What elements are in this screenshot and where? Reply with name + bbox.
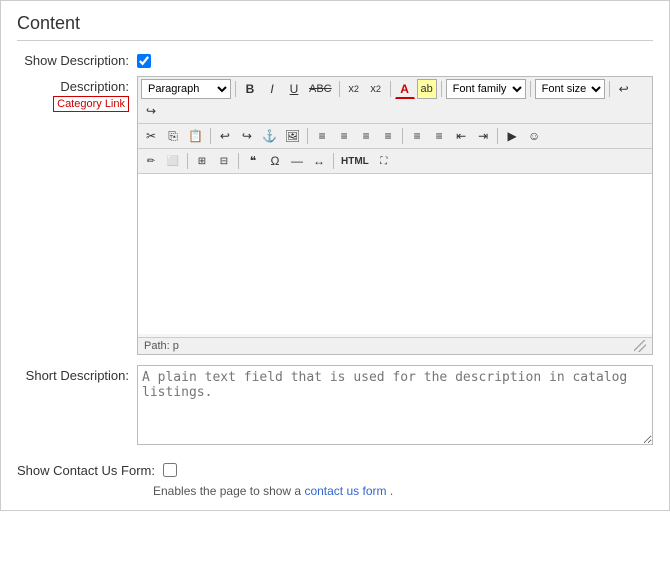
show-description-checkbox[interactable] <box>137 54 151 68</box>
toolbar-separator-4 <box>441 81 442 97</box>
toolbar-separator-3 <box>390 81 391 97</box>
contact-form-help-text: Enables the page to show a contact us fo… <box>153 484 653 498</box>
underline-button[interactable]: U <box>284 79 304 99</box>
short-description-textarea[interactable] <box>137 365 653 445</box>
short-description-row: Short Description: <box>17 365 653 448</box>
cut-button[interactable]: ✂ <box>141 126 161 146</box>
toolbar-separator-2 <box>339 81 340 97</box>
image-button[interactable]: 🖼 <box>282 126 303 146</box>
paste-button[interactable]: 📋 <box>185 126 206 146</box>
description-label: Description: <box>60 79 129 94</box>
indent-less-button[interactable]: ⇤ <box>451 126 471 146</box>
italic-button[interactable]: I <box>262 79 282 99</box>
contact-form-row: Show Contact Us Form: <box>17 460 653 478</box>
contact-form-label: Show Contact Us Form: <box>17 460 163 478</box>
show-description-row: Show Description: <box>17 53 653 68</box>
anchor-button[interactable]: ⚓ <box>259 126 280 146</box>
preview-button[interactable]: ⬜ <box>163 151 183 171</box>
hr-button[interactable]: — <box>287 151 307 171</box>
redo-button[interactable]: ↪ <box>141 101 161 121</box>
font-color-button[interactable]: A <box>395 79 415 99</box>
toolbar-separator-9 <box>402 128 403 144</box>
toolbar-separator-13 <box>333 153 334 169</box>
source-button[interactable]: ✏ <box>141 151 161 171</box>
align-left-button[interactable]: ≡ <box>312 126 332 146</box>
toolbar-separator-11 <box>187 153 188 169</box>
category-link[interactable]: Category Link <box>53 96 129 112</box>
show-description-label: Show Description: <box>17 53 137 68</box>
align-center-button[interactable]: ≡ <box>334 126 354 146</box>
rich-text-editor: Paragraph B I U ABC x2 x2 A ab Font fami… <box>137 76 653 355</box>
indent-more-button[interactable]: ⇥ <box>473 126 493 146</box>
path-label: Path: p <box>144 340 179 352</box>
toolbar-row-1: Paragraph B I U ABC x2 x2 A ab Font fami… <box>138 77 652 124</box>
table-props-button[interactable]: ⊟ <box>214 151 234 171</box>
toolbar-separator-12 <box>238 153 239 169</box>
quote-button[interactable]: ❝ <box>243 151 263 171</box>
align-justify-button[interactable]: ≡ <box>378 126 398 146</box>
short-description-wrapper <box>137 365 653 448</box>
undo-button[interactable]: ↩ <box>614 79 634 99</box>
contact-form-checkbox[interactable] <box>163 463 177 477</box>
smiley-button[interactable]: ☺ <box>524 126 544 146</box>
redo2-button[interactable]: ↪ <box>237 126 257 146</box>
contact-form-help-link[interactable]: contact us form <box>304 484 386 498</box>
description-row: Description: Category Link Paragraph B I… <box>17 76 653 355</box>
superscript-button[interactable]: x2 <box>366 79 386 99</box>
page-title: Content <box>17 13 653 41</box>
toolbar-separator-7 <box>210 128 211 144</box>
short-description-label: Short Description: <box>17 365 137 383</box>
toolbar-separator-8 <box>307 128 308 144</box>
bold-button[interactable]: B <box>240 79 260 99</box>
strikethrough-button[interactable]: ABC <box>306 79 335 99</box>
marker-button[interactable]: ab <box>417 79 437 99</box>
toolbar-separator-5 <box>530 81 531 97</box>
subscript-button[interactable]: x2 <box>344 79 364 99</box>
align-right-button[interactable]: ≡ <box>356 126 376 146</box>
table-button[interactable]: ⊞ <box>192 151 212 171</box>
ordered-list-button[interactable]: ≡ <box>429 126 449 146</box>
font-family-select[interactable]: Font family <box>446 79 526 99</box>
undo2-button[interactable]: ↩ <box>215 126 235 146</box>
content-section: Content Show Description: Description: C… <box>0 0 670 511</box>
media-button[interactable]: ▶ <box>502 126 522 146</box>
special-char-button[interactable]: Ω <box>265 151 285 171</box>
description-label-wrapper: Description: Category Link <box>17 76 137 112</box>
editor-content-area[interactable] <box>138 174 652 334</box>
format-select[interactable]: Paragraph <box>141 79 231 99</box>
fullscreen-button[interactable]: ⛶ <box>374 151 394 171</box>
editor-path-bar: Path: p <box>138 337 652 354</box>
html-button[interactable]: HTML <box>338 151 372 171</box>
toolbar-row-3: ✏ ⬜ ⊞ ⊟ ❝ Ω — ↔ HTML ⛶ <box>138 149 652 174</box>
font-size-select[interactable]: Font size <box>535 79 605 99</box>
toolbar-row-2: ✂ ⎘ 📋 ↩ ↪ ⚓ 🖼 ≡ ≡ ≡ ≡ ≡ ≡ ⇤ ⇥ ▶ ☺ <box>138 124 652 149</box>
unordered-list-button[interactable]: ≡ <box>407 126 427 146</box>
toolbar-separator-10 <box>497 128 498 144</box>
toolbar-separator <box>235 81 236 97</box>
editor-resize-handle[interactable] <box>634 340 646 352</box>
pagebreak-button[interactable]: ↔ <box>309 151 329 171</box>
copy-button[interactable]: ⎘ <box>163 126 183 146</box>
toolbar-separator-6 <box>609 81 610 97</box>
